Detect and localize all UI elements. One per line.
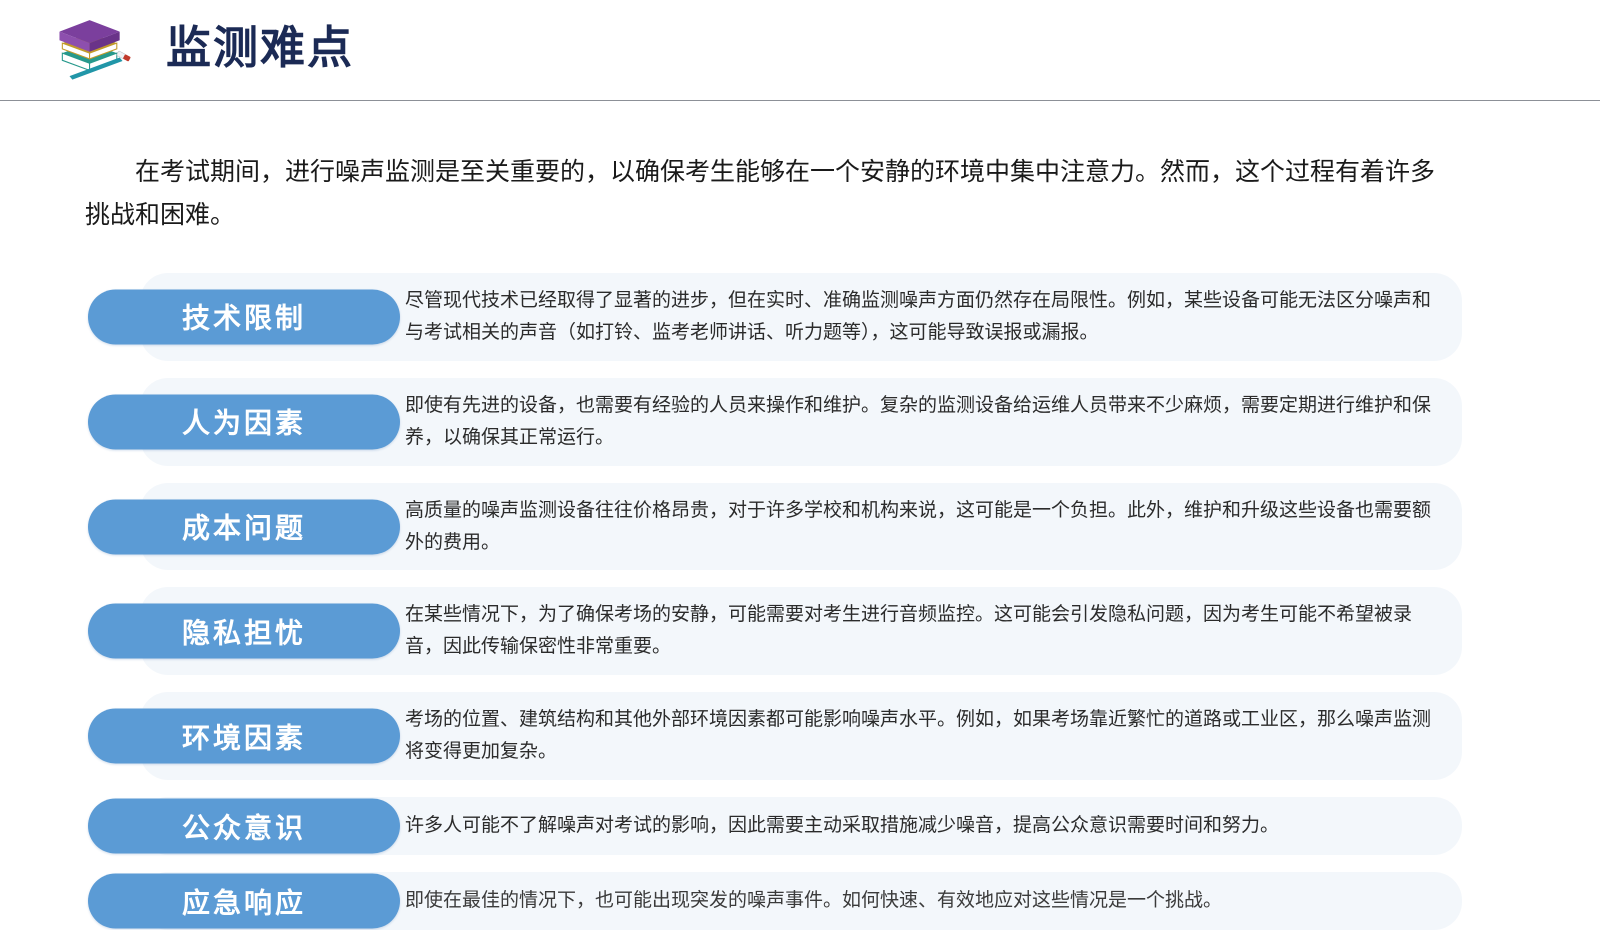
difficulty-label: 隐私担忧 — [182, 611, 306, 651]
list-item: 许多人可能不了解噪声对考试的影响，因此需要主动采取措施减少噪音，提高公众意识需要… — [88, 797, 1462, 855]
slide-header: 监测难点 — [0, 0, 1600, 101]
difficulty-pill: 公众意识 — [88, 799, 400, 854]
difficulty-pill: 成本问题 — [88, 499, 400, 554]
list-item: 尽管现代技术已经取得了显著的进步，但在实时、准确监测噪声方面仍然存在局限性。例如… — [88, 273, 1462, 361]
page-title: 监测难点 — [166, 25, 354, 76]
books-stack-icon — [48, 10, 134, 92]
difficulty-label: 成本问题 — [182, 507, 306, 547]
difficulty-pill: 环境因素 — [88, 709, 400, 764]
difficulty-label: 技术限制 — [182, 297, 306, 337]
list-item: 高质量的噪声监测设备往往价格昂贵，对于许多学校和机构来说，这可能是一个负担。此外… — [88, 483, 1462, 571]
difficulty-text: 考场的位置、建筑结构和其他外部环境因素都可能影响噪声水平。例如，如果考场靠近繁忙… — [405, 704, 1432, 768]
difficulty-label: 公众意识 — [182, 806, 306, 846]
list-item: 即使在最佳的情况下，也可能出现突发的噪声事件。如何快速、有效地应对这些情况是一个… — [88, 872, 1462, 930]
list-item: 在某些情况下，为了确保考场的安静，可能需要对考生进行音频监控。这可能会引发隐私问… — [88, 587, 1462, 675]
difficulty-text: 即使在最佳的情况下，也可能出现突发的噪声事件。如何快速、有效地应对这些情况是一个… — [405, 885, 1222, 917]
difficulty-pill: 技术限制 — [88, 289, 400, 344]
list-item: 考场的位置、建筑结构和其他外部环境因素都可能影响噪声水平。例如，如果考场靠近繁忙… — [88, 692, 1462, 780]
difficulty-text: 尽管现代技术已经取得了显著的进步，但在实时、准确监测噪声方面仍然存在局限性。例如… — [405, 285, 1432, 349]
difficulty-label: 应急响应 — [182, 881, 306, 921]
difficulty-label: 环境因素 — [182, 716, 306, 756]
difficulty-pill: 应急响应 — [88, 874, 400, 929]
difficulty-label: 人为因素 — [182, 402, 306, 442]
difficulty-text: 许多人可能不了解噪声对考试的影响，因此需要主动采取措施减少噪音，提高公众意识需要… — [405, 810, 1279, 842]
difficulty-text: 在某些情况下，为了确保考场的安静，可能需要对考生进行音频监控。这可能会引发隐私问… — [405, 599, 1432, 663]
presentation-slide: 监测难点 在考试期间，进行噪声监测是至关重要的，以确保考生能够在一个安静的环境中… — [0, 0, 1600, 900]
difficulty-pill: 人为因素 — [88, 394, 400, 449]
intro-paragraph: 在考试期间，进行噪声监测是至关重要的，以确保考生能够在一个安静的环境中集中注意力… — [85, 151, 1435, 237]
difficulty-pill: 隐私担忧 — [88, 604, 400, 659]
difficulty-text: 高质量的噪声监测设备往往价格昂贵，对于许多学校和机构来说，这可能是一个负担。此外… — [405, 495, 1432, 559]
difficulty-list: 尽管现代技术已经取得了显著的进步，但在实时、准确监测噪声方面仍然存在局限性。例如… — [88, 273, 1462, 930]
list-item: 即使有先进的设备，也需要有经验的人员来操作和维护。复杂的监测设备给运维人员带来不… — [88, 378, 1462, 466]
difficulty-text: 即使有先进的设备，也需要有经验的人员来操作和维护。复杂的监测设备给运维人员带来不… — [405, 390, 1432, 454]
